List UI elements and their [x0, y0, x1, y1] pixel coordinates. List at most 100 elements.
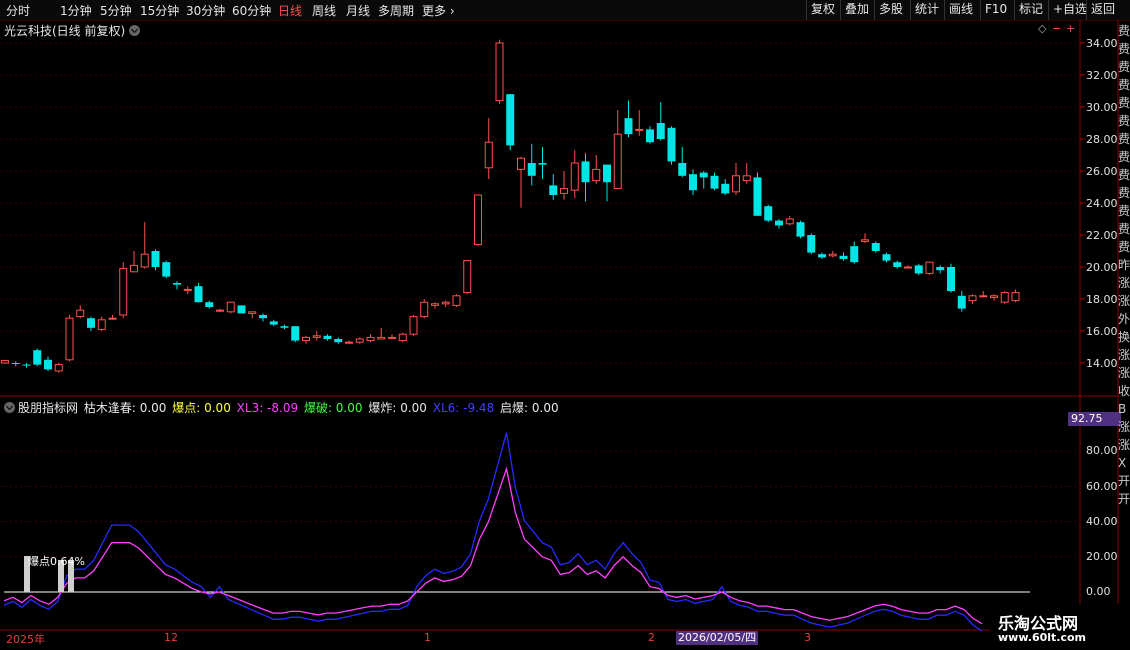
right-panel-char: 换	[1118, 330, 1130, 344]
dropdown-icon[interactable]	[4, 402, 15, 413]
ind-tick: 40.00	[1086, 515, 1118, 528]
right-panel-char: 费	[1118, 150, 1130, 164]
x-label: 2025年	[6, 633, 45, 646]
price-tick: 28.00	[1086, 133, 1118, 146]
candle-body	[259, 315, 267, 319]
price-tick: 20.00	[1086, 261, 1118, 274]
candle-body	[1011, 292, 1020, 302]
candle-body	[108, 317, 117, 320]
candle-body	[742, 175, 751, 182]
candle-body	[463, 260, 472, 294]
candle-body	[506, 94, 515, 146]
right-panel-char: 外	[1118, 312, 1130, 326]
candle-body	[818, 254, 826, 258]
candle-body	[302, 336, 310, 342]
price-tick: 16.00	[1086, 325, 1118, 338]
candle-body	[592, 168, 601, 182]
ind-tick: 60.00	[1086, 480, 1118, 493]
price-tick: 32.00	[1086, 69, 1118, 82]
candle-body	[173, 283, 181, 285]
candle-body	[323, 335, 332, 339]
right-panel-char: 费	[1118, 240, 1130, 254]
x-label: 1	[424, 631, 431, 644]
right-panel-char: 费	[1118, 42, 1130, 56]
candle-body	[366, 336, 375, 342]
right-panel-char: 涨	[1118, 294, 1130, 308]
indicator-name[interactable]: 股朋指标网	[18, 401, 78, 415]
candle-body	[764, 206, 773, 221]
indicator-header: 股朋指标网 枯木逢春: 0.00 爆点: 0.00 XL3: -8.09 爆破:…	[4, 399, 561, 416]
candle-body	[710, 175, 719, 189]
right-panel-char: 开	[1118, 474, 1130, 488]
candle-body	[248, 311, 257, 314]
price-tick: 18.00	[1086, 293, 1118, 306]
right-panel-char: 费	[1118, 222, 1130, 236]
price-tick: 24.00	[1086, 197, 1118, 210]
candle-body	[420, 301, 429, 318]
indicator-series	[3, 432, 983, 632]
candle-body	[205, 302, 214, 307]
candle-body	[495, 42, 504, 102]
candle-body	[947, 267, 955, 291]
candle-body	[656, 123, 665, 139]
right-panel-char: 涨	[1118, 420, 1130, 434]
ind-tick: 20.00	[1086, 550, 1118, 563]
candle-body	[162, 262, 171, 277]
candle-body	[44, 359, 52, 370]
candle-body	[861, 239, 869, 242]
candle-body	[377, 336, 386, 340]
chart-canvas[interactable]	[0, 0, 1130, 650]
candle-body	[441, 301, 450, 305]
candle-body	[667, 127, 676, 162]
candle-body	[388, 336, 396, 339]
candle-body	[925, 261, 934, 274]
candle-body	[538, 163, 547, 165]
candle-body	[226, 301, 235, 313]
candle-body	[785, 218, 794, 225]
right-panel-char: 涨	[1118, 276, 1130, 290]
right-panel-char: 涨	[1118, 438, 1130, 452]
watermark-url: www.60lt.com	[998, 631, 1087, 644]
watermark: 乐淘公式网 www.60lt.com	[990, 604, 1130, 650]
candle-body	[151, 251, 160, 267]
ind-baodian: 爆点: 0.00	[172, 401, 231, 415]
right-panel-char: 涨	[1118, 348, 1130, 362]
right-panel-char: 费	[1118, 204, 1130, 218]
candle-body	[76, 309, 85, 318]
candle-body	[775, 220, 783, 226]
crosshair-date: 2026/02/05/四	[676, 631, 759, 645]
candle-body	[237, 305, 246, 314]
candle-body	[140, 253, 149, 268]
x-label: 12	[164, 631, 178, 644]
candle-body	[97, 319, 106, 330]
x-label: 2	[648, 631, 655, 644]
candle-body	[699, 172, 708, 178]
right-panel-char: B	[1118, 402, 1127, 416]
candle-body	[646, 129, 654, 143]
candle-body	[474, 194, 482, 246]
candle-body	[581, 161, 590, 183]
ind-kumu: 枯木逢春: 0.00	[83, 401, 167, 415]
right-panel-char: 费	[1118, 78, 1130, 92]
ind-baopo: 爆破: 0.00	[303, 401, 363, 415]
ind-tick: 0.00	[1086, 585, 1111, 598]
x-label: 3	[804, 631, 811, 644]
candle-body	[11, 363, 20, 364]
right-panel-char: 昨	[1118, 258, 1130, 272]
xl6-line	[3, 432, 983, 632]
right-panel-char: 费	[1118, 114, 1130, 128]
ind-baozha: 爆炸: 0.00	[368, 401, 427, 415]
right-panel-char: 费	[1118, 168, 1130, 182]
candle-body	[33, 350, 42, 365]
candle-body	[130, 264, 138, 273]
candle-body	[721, 183, 730, 194]
candle-body	[517, 157, 525, 170]
price-tick: 22.00	[1086, 229, 1118, 242]
candle-body	[549, 185, 558, 195]
right-panel-char: 费	[1118, 132, 1130, 146]
candle-body	[624, 118, 633, 135]
right-panel-char: 费	[1118, 24, 1130, 38]
right-panel-char: X	[1118, 456, 1127, 470]
ind-xl6: XL6: -9.48	[432, 401, 495, 415]
candle-body	[979, 295, 988, 298]
